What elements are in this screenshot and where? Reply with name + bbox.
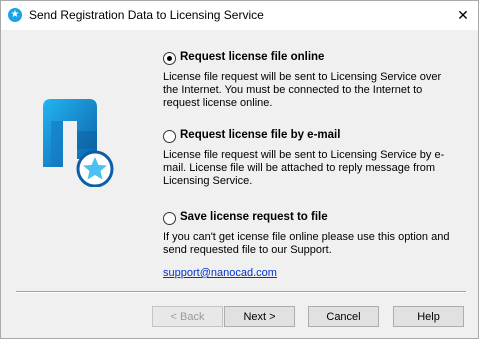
- radio-online[interactable]: [163, 52, 176, 65]
- option-file: Save license request to file If you can'…: [161, 211, 451, 257]
- separator: [16, 291, 466, 293]
- nanocad-logo-icon: [43, 99, 114, 187]
- radio-file[interactable]: [163, 212, 176, 225]
- option-file-description: If you can't get icense file online plea…: [163, 231, 450, 256]
- help-button[interactable]: Help: [393, 306, 464, 327]
- cancel-button[interactable]: Cancel: [308, 306, 379, 327]
- close-button[interactable]: ✕: [448, 1, 478, 30]
- support-email-link[interactable]: support@nanocad.com: [163, 267, 277, 279]
- radio-file-row[interactable]: Save license request to file: [161, 211, 451, 227]
- option-online-label[interactable]: Request license file online: [180, 51, 324, 63]
- star-badge-icon: ★: [8, 8, 22, 22]
- option-file-label[interactable]: Save license request to file: [180, 211, 328, 223]
- option-online-description: License file request will be sent to Lic…: [163, 71, 442, 109]
- dialog-window: ★ Send Registration Data to Licensing Se…: [0, 0, 479, 339]
- radio-email-row[interactable]: Request license file by e-mail: [161, 129, 451, 145]
- title-bar: ★ Send Registration Data to Licensing Se…: [1, 1, 478, 30]
- option-email-description: License file request will be sent to Lic…: [163, 149, 445, 187]
- back-button[interactable]: < Back: [152, 306, 223, 327]
- option-email: Request license file by e-mail License f…: [161, 129, 451, 188]
- radio-online-row[interactable]: Request license file online: [161, 51, 451, 67]
- radio-email[interactable]: [163, 130, 176, 143]
- window-title: Send Registration Data to Licensing Serv…: [29, 8, 264, 22]
- option-email-label[interactable]: Request license file by e-mail: [180, 129, 340, 141]
- next-button[interactable]: Next >: [224, 306, 295, 327]
- option-online: Request license file online License file…: [161, 51, 451, 110]
